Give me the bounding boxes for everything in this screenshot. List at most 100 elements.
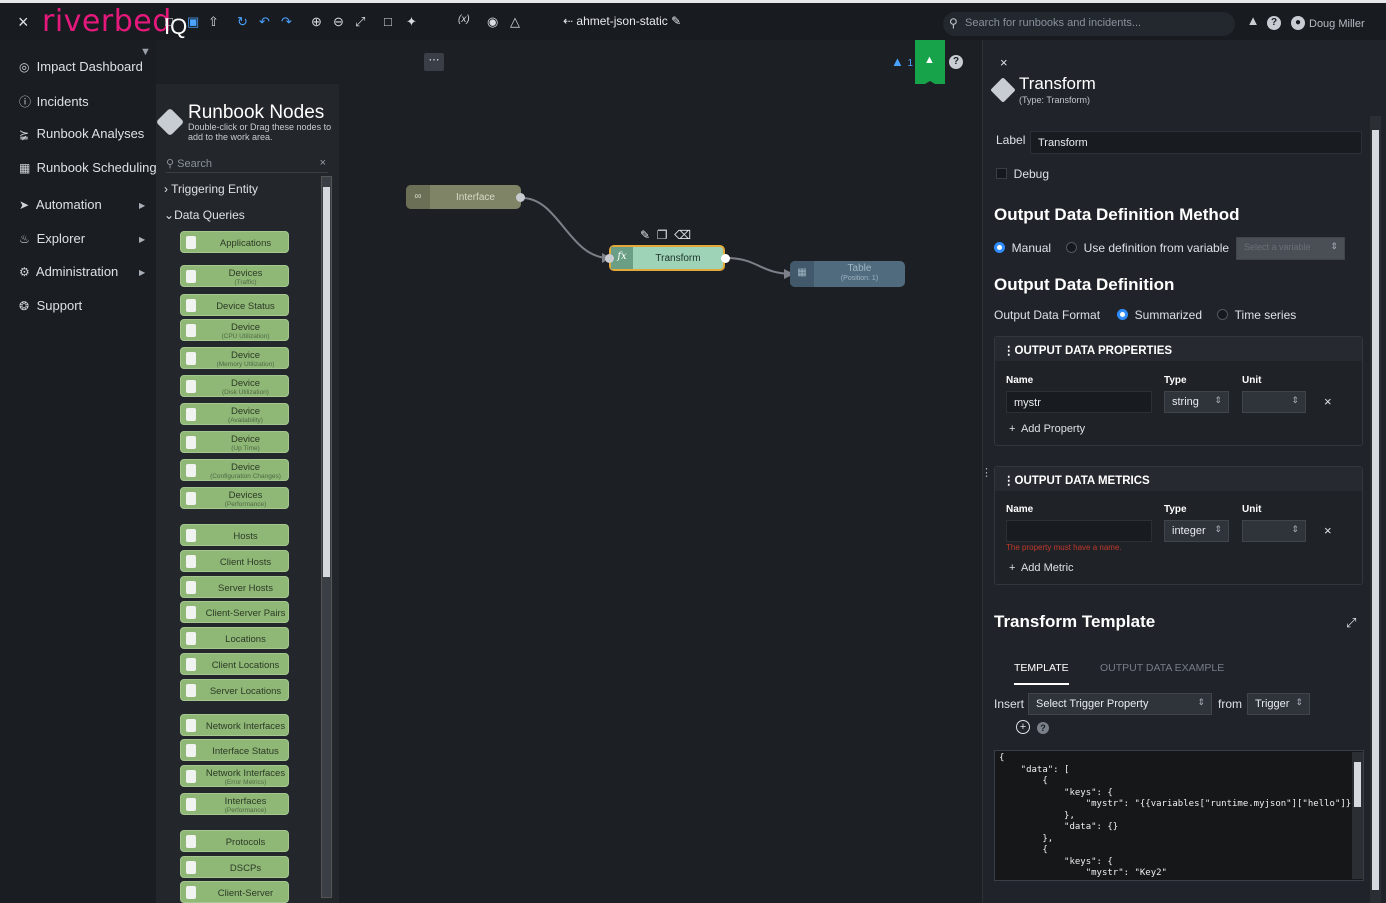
nav-explorer[interactable]: ♨ Explorer [19, 231, 85, 246]
metric-type-select[interactable]: integer ⇕ [1164, 520, 1229, 542]
palette-node[interactable]: Client Hosts [180, 550, 289, 572]
palette-node[interactable]: Locations [180, 627, 289, 649]
template-editor[interactable]: { "data": [ { "keys": { "mystr": "{{vari… [994, 750, 1364, 881]
editor-scrollbar[interactable] [1352, 752, 1363, 879]
edit-icon[interactable]: ✎ [671, 14, 681, 28]
pin-icon[interactable]: ▼ [140, 46, 151, 58]
palette-node[interactable]: Devices (Traffic) [180, 265, 289, 287]
close-icon[interactable]: × [18, 12, 29, 33]
nav-incidents[interactable]: ⓘ Incidents [19, 93, 89, 110]
radio[interactable] [1117, 309, 1128, 320]
connect-icon[interactable]: ⋯ [424, 53, 444, 71]
undo-icon[interactable]: ↶ [259, 14, 270, 30]
expand-icon[interactable]: ⤢ [1346, 615, 1356, 631]
drag-handle-icon[interactable]: ⋮ [1003, 475, 1015, 487]
palette-node[interactable]: Device (Up Time) [180, 431, 289, 453]
radio[interactable] [994, 242, 1005, 253]
global-search-input[interactable]: ⚲ Search for runbooks and incidents... [943, 12, 1235, 36]
palette-node[interactable]: DSCPs [180, 856, 289, 878]
delete-icon[interactable]: ⌫ [674, 228, 691, 242]
scroll-thumb[interactable] [1372, 130, 1379, 890]
palette-scrollbar[interactable] [321, 176, 332, 898]
clear-icon[interactable]: × [320, 157, 326, 169]
palette-node[interactable]: Applications [180, 231, 289, 253]
new-icon[interactable]: □ [165, 14, 173, 29]
tree-data-queries[interactable]: ⌄Data Queries [164, 208, 245, 222]
panel-scrollbar[interactable] [1370, 116, 1381, 903]
help-icon[interactable]: ? [949, 55, 963, 69]
remove-property-icon[interactable]: × [1324, 394, 1332, 409]
summarized-radio[interactable]: Summarized [1117, 308, 1202, 322]
template-code[interactable]: { "data": [ { "keys": { "mystr": "{{vari… [999, 753, 1362, 880]
export-icon[interactable]: ⇧ [208, 14, 219, 30]
palette-node[interactable]: Client-Server Pairs [180, 601, 289, 623]
help-icon[interactable]: ? [1267, 16, 1281, 30]
help-icon[interactable]: ? [1037, 722, 1049, 734]
learn-icon[interactable]: ▲ [1246, 14, 1260, 28]
output-port[interactable] [721, 254, 730, 263]
remove-metric-icon[interactable]: × [1324, 523, 1332, 538]
copy-icon[interactable]: ❐ [657, 228, 668, 242]
select-icon[interactable]: □ [384, 14, 392, 29]
palette-node[interactable]: Client-Server [180, 881, 289, 903]
table-node[interactable]: ▦ Table (Position: 1) [790, 261, 905, 287]
palette-node[interactable]: Network Interfaces (Error Metrics) [180, 765, 289, 787]
property-name-input[interactable]: mystr [1006, 391, 1152, 413]
palette-node[interactable]: Client Locations [180, 653, 289, 675]
timeseries-radio[interactable]: Time series [1217, 308, 1296, 322]
interface-node[interactable]: ∞ Interface [406, 185, 521, 209]
nav-automation[interactable]: ➤ Automation [19, 197, 102, 212]
tab-output-data-example[interactable]: OUTPUT DATA EXAMPLE [1100, 662, 1224, 674]
input-port[interactable] [605, 254, 614, 263]
palette-node[interactable]: Network Interfaces [180, 714, 289, 736]
output-port[interactable] [516, 193, 525, 202]
save-icon[interactable]: ▣ [187, 14, 199, 30]
variables-icon[interactable]: (x) [458, 14, 470, 25]
nav-runbook-analyses[interactable]: ⪶ Runbook Analyses [19, 126, 144, 141]
radio[interactable] [1217, 309, 1228, 320]
add-metric-button[interactable]: + Add Metric [1009, 562, 1074, 574]
palette-node[interactable]: Server Hosts [180, 576, 289, 598]
from-select[interactable]: Trigger ⇕ [1247, 693, 1310, 715]
nav-support[interactable]: ❂ Support [19, 298, 82, 313]
close-icon[interactable]: × [1000, 55, 1008, 70]
variable-select[interactable]: Select a variable ⇕ [1236, 237, 1345, 260]
palette-node[interactable]: Device (CPU Utilization) [180, 319, 289, 341]
palette-node[interactable]: Interfaces (Performance) [180, 793, 289, 815]
user-name[interactable]: Doug Miller [1309, 18, 1365, 30]
palette-node[interactable]: Server Locations [180, 679, 289, 701]
checkbox[interactable] [996, 168, 1007, 179]
nav-impact-dashboard[interactable]: ◎ Impact Dashboard [19, 59, 143, 74]
metric-unit-select[interactable]: ⇕ [1242, 520, 1306, 542]
palette-node[interactable]: Protocols [180, 830, 289, 852]
scroll-thumb[interactable] [1354, 762, 1361, 807]
user-icon[interactable]: ● [1291, 16, 1305, 30]
edit-icon[interactable]: ✎ [640, 228, 650, 242]
drag-handle-icon[interactable]: ⋮ [1003, 345, 1015, 357]
add-insert-icon[interactable]: + [1016, 720, 1030, 734]
add-property-button[interactable]: + Add Property [1009, 423, 1085, 435]
test-icon[interactable]: △ [510, 14, 520, 30]
tree-triggering-entity[interactable]: › Triggering Entity [164, 182, 258, 196]
scroll-thumb[interactable] [323, 187, 330, 577]
manual-radio[interactable]: Manual [994, 241, 1051, 255]
refresh-icon[interactable]: ↻ [237, 14, 248, 30]
insert-property-select[interactable]: Select Trigger Property ⇕ [1028, 693, 1212, 715]
palette-node[interactable]: Hosts [180, 524, 289, 546]
runbook-name[interactable]: ⇠ ahmet-json-static ✎ [563, 14, 681, 28]
auto-layout-icon[interactable]: ✦ [406, 14, 417, 30]
transform-node[interactable]: fx Transform [609, 245, 725, 271]
property-unit-select[interactable]: ⇕ [1242, 391, 1306, 413]
redo-icon[interactable]: ↷ [281, 14, 292, 30]
property-type-select[interactable]: string ⇕ [1164, 391, 1229, 413]
palette-search-input[interactable]: ⚲ Search × [166, 157, 328, 173]
nav-runbook-scheduling[interactable]: ▦ Runbook Scheduling [19, 160, 157, 175]
radio[interactable] [1066, 242, 1077, 253]
nav-administration[interactable]: ⚙ Administration [19, 264, 118, 279]
palette-node[interactable]: Device (Configuration Changes) [180, 459, 289, 481]
zoom-in-icon[interactable]: ⊕ [311, 14, 322, 30]
resize-handle[interactable]: ⋮ [981, 466, 992, 479]
palette-node[interactable]: Interface Status [180, 739, 289, 761]
palette-node[interactable]: Device Status [180, 294, 289, 316]
zoom-out-icon[interactable]: ⊖ [333, 14, 344, 30]
